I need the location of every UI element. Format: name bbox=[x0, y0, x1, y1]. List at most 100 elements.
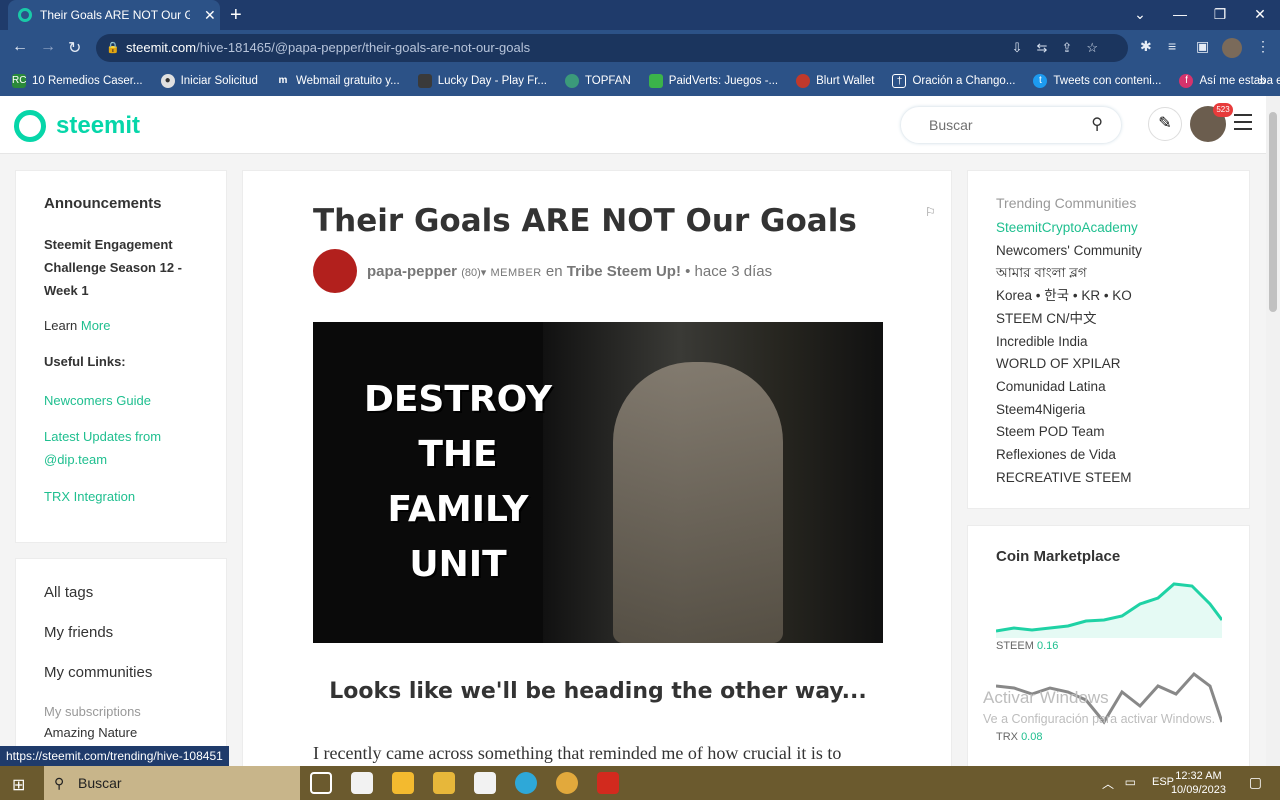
scrollbar-thumb[interactable] bbox=[1269, 112, 1277, 312]
show-hidden-icons-icon[interactable]: ︿ bbox=[1102, 775, 1114, 792]
side-panel-icon[interactable]: ▣ bbox=[1196, 38, 1209, 55]
document-icon[interactable] bbox=[474, 772, 496, 794]
network-icon[interactable]: ▭ bbox=[1125, 775, 1136, 789]
minimize-icon[interactable]: — bbox=[1160, 0, 1200, 30]
pencil-icon: ✎ bbox=[1158, 115, 1172, 132]
media-icon[interactable]: ≡ bbox=[1168, 38, 1176, 54]
more-menu-icon[interactable]: ⋮ bbox=[1256, 38, 1270, 55]
page-scrollbar[interactable] bbox=[1266, 96, 1280, 766]
binance-icon[interactable] bbox=[392, 772, 414, 794]
forward-icon[interactable]: → bbox=[40, 38, 56, 56]
folder-icon[interactable] bbox=[433, 772, 455, 794]
task-view-icon[interactable] bbox=[310, 772, 332, 794]
steemit-logo[interactable]: steemit bbox=[14, 110, 140, 142]
taskbar-search[interactable]: ⚲ Buscar bbox=[44, 766, 300, 800]
community-item[interactable]: WORLD OF XPILAR bbox=[996, 353, 1142, 376]
community-item[interactable]: Korea • 한국 • KR • KO bbox=[996, 285, 1142, 308]
bookmark-item[interactable]: Lucky Day - Play Fr... bbox=[417, 74, 547, 88]
tab-title: Their Goals ARE NOT Our Goals — bbox=[40, 8, 190, 22]
hamburger-menu-icon[interactable] bbox=[1234, 114, 1252, 135]
notifications-icon[interactable]: ▢ bbox=[1249, 774, 1262, 791]
search-placeholder: Buscar bbox=[929, 117, 973, 133]
restore-icon[interactable]: ❐ bbox=[1200, 0, 1240, 30]
logo-text: steemit bbox=[56, 112, 141, 139]
search-icon[interactable]: ⚲ bbox=[1091, 107, 1103, 143]
community-item[interactable]: Steem POD Team bbox=[996, 421, 1142, 444]
new-tab-icon[interactable]: + bbox=[230, 4, 242, 27]
search-input[interactable]: Buscar ⚲ bbox=[900, 106, 1122, 144]
activate-windows-title: Activar Windows bbox=[983, 688, 1109, 707]
url-bar[interactable]: 🔒 steemit.com/hive-181465/@papa-pepper/t… bbox=[96, 34, 1128, 62]
community-item[interactable]: Newcomers' Community bbox=[996, 240, 1142, 263]
latest-updates-link[interactable]: Latest Updates from @dip.team bbox=[44, 425, 194, 471]
create-post-button[interactable]: ✎ bbox=[1148, 107, 1182, 141]
back-icon[interactable]: ← bbox=[12, 38, 28, 56]
taskbar-search-label: Buscar bbox=[78, 775, 122, 791]
reload-icon[interactable]: ↻ bbox=[68, 38, 81, 58]
file-icon[interactable] bbox=[351, 772, 373, 794]
image-figure bbox=[613, 362, 783, 643]
community-item[interactable]: RECREATIVE STEEM bbox=[996, 467, 1142, 490]
community-item[interactable]: Comunidad Latina bbox=[996, 376, 1142, 399]
notification-badge[interactable]: 523 bbox=[1213, 103, 1233, 117]
close-window-icon[interactable]: ✕ bbox=[1240, 0, 1280, 30]
bookmark-item[interactable]: t Tweets con conteni... bbox=[1033, 74, 1161, 88]
community-item[interactable]: আমার বাংলা ব্লগ bbox=[996, 262, 1142, 285]
chrome-icon[interactable] bbox=[556, 772, 578, 794]
navigation-card: All tags My friends My communities My su… bbox=[15, 558, 227, 768]
post-card: Their Goals ARE NOT Our Goals ⚐ papa-pep… bbox=[242, 170, 952, 770]
my-friends-link[interactable]: My friends bbox=[44, 624, 113, 641]
windows-start-icon[interactable]: ⊞ bbox=[12, 775, 25, 795]
flag-icon[interactable]: ⚐ bbox=[925, 205, 936, 219]
pdf-reader-icon[interactable] bbox=[597, 772, 619, 794]
more-bookmarks-icon[interactable]: » bbox=[1259, 73, 1266, 88]
bookmark-item[interactable]: TOPFAN bbox=[564, 74, 631, 88]
community-item[interactable]: SteemitCryptoAcademy bbox=[996, 217, 1142, 240]
omnibox-actions[interactable]: ⇩⇆⇪☆ bbox=[1012, 34, 1112, 62]
bookmark-item[interactable]: † Oración a Chango... bbox=[892, 74, 1015, 88]
tab-search-icon[interactable]: ⌄ bbox=[1120, 0, 1160, 30]
close-tab-icon[interactable]: ✕ bbox=[204, 7, 216, 24]
chevron-down-icon[interactable]: ▾ bbox=[481, 267, 487, 279]
newcomers-guide-link[interactable]: Newcomers Guide bbox=[44, 389, 194, 412]
author-name[interactable]: papa-pepper bbox=[367, 263, 457, 280]
subscription-item[interactable]: Amazing Nature bbox=[44, 725, 137, 740]
bookmark-item[interactable]: PaidVerts: Juegos -... bbox=[648, 74, 778, 88]
bookmark-item[interactable]: RC 10 Remedios Caser... bbox=[12, 74, 143, 88]
windows-taskbar: ⊞ ⚲ Buscar ︿ ▭ ESP 12:32 AM 10/09/2023 ▢ bbox=[0, 766, 1280, 800]
community-link[interactable]: Tribe Steem Up! bbox=[567, 263, 681, 280]
announcement-link[interactable]: Steemit Engagement Challenge Season 12 -… bbox=[44, 233, 194, 302]
url-path: /hive-181465/@papa-pepper/their-goals-ar… bbox=[196, 40, 531, 55]
community-item[interactable]: Incredible India bbox=[996, 331, 1142, 354]
bookmark-item[interactable]: m Webmail gratuito y... bbox=[276, 74, 399, 88]
trx-price-label: TRX 0.08 bbox=[996, 731, 1043, 743]
post-byline: papa-pepper (80)▾ MEMBER en Tribe Steem … bbox=[367, 263, 772, 280]
steemit-logo-icon bbox=[14, 110, 46, 142]
browser-tab-bar: Their Goals ARE NOT Our Goals — ✕ + ⌄ — … bbox=[0, 0, 1280, 30]
bookmark-item[interactable]: ● Iniciar Solicitud bbox=[160, 74, 258, 88]
bookmark-icon bbox=[564, 74, 579, 88]
learn-more-link[interactable]: More bbox=[81, 318, 111, 333]
community-item[interactable]: STEEM CN/中文 bbox=[996, 308, 1142, 331]
bookmark-item[interactable]: Blurt Wallet bbox=[796, 74, 874, 88]
bookmark-icon: RC bbox=[12, 74, 27, 88]
community-item[interactable]: Steem4Nigeria bbox=[996, 399, 1142, 422]
trending-title: Trending Communities bbox=[996, 195, 1137, 211]
image-caption: DESTROY THE FAMILY UNIT bbox=[363, 379, 553, 585]
bookmark-icon: m bbox=[278, 75, 288, 86]
community-item[interactable]: Reflexiones de Vida bbox=[996, 444, 1142, 467]
taskbar-clock[interactable]: 12:32 AM 10/09/2023 bbox=[1171, 769, 1226, 797]
twitter-icon: t bbox=[1033, 74, 1048, 88]
trending-communities-card: Trending Communities SteemitCryptoAcadem… bbox=[967, 170, 1250, 509]
all-tags-link[interactable]: All tags bbox=[44, 584, 93, 601]
trx-integration-link[interactable]: TRX Integration bbox=[44, 485, 194, 508]
profile-avatar-icon[interactable] bbox=[1222, 38, 1242, 58]
bookmark-icon bbox=[648, 74, 663, 88]
author-avatar[interactable] bbox=[313, 249, 357, 293]
browser-tab[interactable]: Their Goals ARE NOT Our Goals — ✕ bbox=[8, 0, 220, 30]
edge-icon[interactable] bbox=[515, 772, 537, 794]
post-body: I recently came across something that re… bbox=[313, 743, 842, 763]
my-communities-link[interactable]: My communities bbox=[44, 664, 152, 681]
extensions-icon[interactable]: ✱ bbox=[1140, 38, 1152, 55]
post-title: Their Goals ARE NOT Our Goals bbox=[313, 203, 857, 239]
